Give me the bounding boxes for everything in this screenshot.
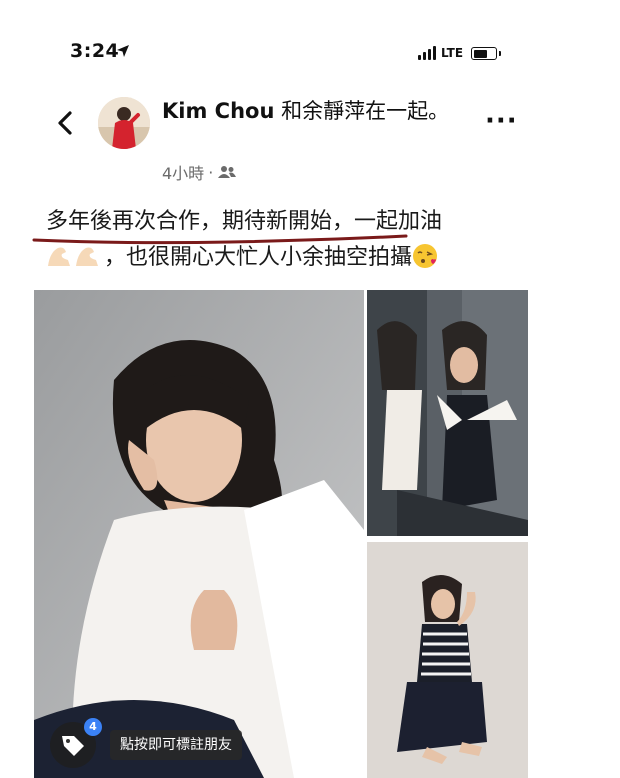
friends-icon — [218, 166, 237, 178]
battery-icon — [471, 47, 502, 60]
tag-count-badge: 4 — [84, 718, 102, 736]
status-time: 3:24 — [70, 40, 120, 62]
post-meta: 4小時 · — [162, 160, 237, 184]
location-arrow-icon — [117, 45, 129, 57]
post-author-line: Kim Chou 和余靜萍在一起。 — [162, 97, 462, 126]
status-bar: 3:24 LTE — [0, 0, 620, 90]
tag-hint-tooltip: 點按即可標註朋友 — [110, 730, 242, 760]
author-avatar[interactable] — [98, 97, 150, 149]
status-indicators: LTE — [418, 42, 502, 60]
post-photo-top-right[interactable] — [367, 290, 528, 536]
post-photo-main[interactable] — [34, 290, 364, 778]
post-photo-bottom-right[interactable] — [367, 542, 528, 778]
more-options-icon[interactable]: ··· — [485, 106, 518, 136]
back-chevron-icon[interactable] — [52, 108, 78, 138]
post-time[interactable]: 4小時 — [162, 160, 204, 184]
face-blowing-kiss-emoji — [413, 244, 438, 268]
signal-strength-icon — [418, 46, 436, 60]
battery-level — [473, 49, 488, 58]
red-underline-annotation — [32, 234, 408, 245]
author-name[interactable]: Kim Chou — [162, 99, 274, 123]
meta-separator: · — [208, 162, 214, 182]
network-type: LTE — [441, 46, 464, 60]
with-text: 和余靜萍在一起。 — [274, 99, 450, 123]
facebook-post-screen: 3:24 LTE Kim Chou 和余靜萍在一起。 4小時 · ··· 多年後… — [0, 0, 620, 778]
